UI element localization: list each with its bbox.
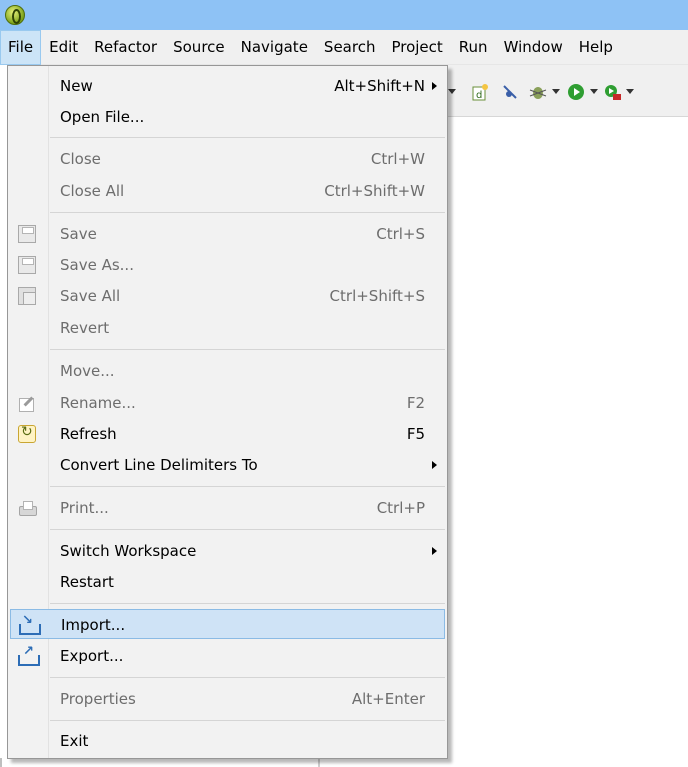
menu-item-label: Close All [60,182,125,200]
menu-source[interactable]: Source [165,30,233,65]
menu-item-export[interactable]: Export... [10,641,445,671]
new-class-icon[interactable]: d [470,82,490,102]
save-as-icon [18,256,36,274]
menu-item-label: Save As... [60,256,134,274]
menu-item-label: Revert [60,319,110,337]
menu-refactor[interactable]: Refactor [86,30,165,65]
skip-breakpoints-icon[interactable] [500,82,520,102]
menu-item-shortcut: Alt+Shift+N [334,77,425,95]
view-divider [318,758,320,767]
menu-item-open-file[interactable]: Open File... [10,102,445,132]
menu-help[interactable]: Help [571,30,621,65]
debug-icon[interactable] [528,82,548,102]
menu-separator [50,349,445,350]
title-bar [0,0,688,30]
toolbar: d [440,65,688,117]
menu-item-save-as[interactable]: Save As... [10,250,445,280]
menu-item-label: Open File... [60,108,145,126]
menu-item-label: Print... [60,499,109,517]
menu-item-properties[interactable]: Properties Alt+Enter [10,684,445,714]
import-icon [19,613,41,635]
rename-icon [18,394,36,412]
view-edge [0,758,14,767]
submenu-arrow-icon [432,547,437,555]
menu-separator [50,137,445,138]
menu-item-label: Close [60,150,101,168]
menu-item-shortcut: Ctrl+S [376,225,425,243]
menu-search[interactable]: Search [316,30,384,65]
refresh-icon [18,424,36,443]
menu-item-shortcut: Ctrl+Shift+S [329,287,425,305]
eclipse-logo-icon[interactable] [5,5,25,25]
dropdown-arrow-icon[interactable] [590,89,598,94]
menu-item-save[interactable]: Save Ctrl+S [10,219,445,249]
menu-item-label: Rename... [60,394,136,412]
menu-item-shortcut: Ctrl+W [370,150,425,168]
menu-item-print[interactable]: Print... Ctrl+P [10,493,445,523]
menu-item-restart[interactable]: Restart [10,567,445,597]
menu-item-shortcut: Ctrl+Shift+W [324,182,425,200]
save-icon [18,225,36,243]
menu-item-label: Convert Line Delimiters To [60,456,258,474]
menu-item-import[interactable]: Import... [10,609,445,639]
run-icon[interactable] [566,82,586,102]
menu-item-close[interactable]: Close Ctrl+W [10,144,445,174]
menu-item-refresh[interactable]: Refresh F5 [10,419,445,449]
menu-item-label: Save [60,225,97,243]
menu-item-label: Properties [60,690,136,708]
menu-item-move[interactable]: Move... [10,356,445,386]
menu-item-save-all[interactable]: Save All Ctrl+Shift+S [10,281,445,311]
menu-item-label: Move... [60,362,115,380]
menu-item-label: Restart [60,573,114,591]
menu-item-label: Export... [60,647,124,665]
menu-item-rename[interactable]: Rename... F2 [10,388,445,418]
menu-item-shortcut: Ctrl+P [376,499,425,517]
menu-bar: File Edit Refactor Source Navigate Searc… [0,29,688,65]
menu-project[interactable]: Project [383,30,450,65]
menu-navigate[interactable]: Navigate [233,30,316,65]
menu-window[interactable]: Window [496,30,571,65]
submenu-arrow-icon [432,82,437,90]
menu-item-label: Switch Workspace [60,542,197,560]
menu-item-label: New [60,77,93,95]
menu-item-label: Refresh [60,425,117,443]
menu-item-shortcut: F5 [406,425,425,443]
menu-item-shortcut: Alt+Enter [351,690,425,708]
external-tools-icon[interactable] [603,82,623,102]
print-icon [18,499,37,517]
svg-text:d: d [476,90,482,101]
menu-item-label: Exit [60,732,89,750]
menu-item-convert-line-delimiters[interactable]: Convert Line Delimiters To [10,450,445,480]
menu-separator [50,677,445,678]
menu-edit[interactable]: Edit [41,30,86,65]
dropdown-arrow-icon[interactable] [448,89,456,94]
menu-item-new[interactable]: New Alt+Shift+N [10,71,445,101]
menu-separator [50,212,445,213]
menu-item-label: Import... [61,616,126,634]
file-menu-dropdown: New Alt+Shift+N Open File... Close Ctrl+… [7,65,448,759]
dropdown-arrow-icon[interactable] [552,89,560,94]
menu-item-label: Save All [60,287,121,305]
submenu-arrow-icon [432,461,437,469]
save-all-icon [18,287,36,305]
menu-separator [50,603,445,604]
dropdown-arrow-icon[interactable] [626,89,634,94]
menu-run[interactable]: Run [451,30,496,65]
menu-item-shortcut: F2 [406,394,425,412]
menu-item-exit[interactable]: Exit [10,726,445,756]
menu-item-revert[interactable]: Revert [10,313,445,343]
menu-separator [50,529,445,530]
export-icon [18,644,40,666]
menu-item-switch-workspace[interactable]: Switch Workspace [10,536,445,566]
menu-file[interactable]: File [0,29,42,65]
menu-separator [50,720,445,721]
menu-item-close-all[interactable]: Close All Ctrl+Shift+W [10,176,445,206]
menu-separator [50,486,445,487]
